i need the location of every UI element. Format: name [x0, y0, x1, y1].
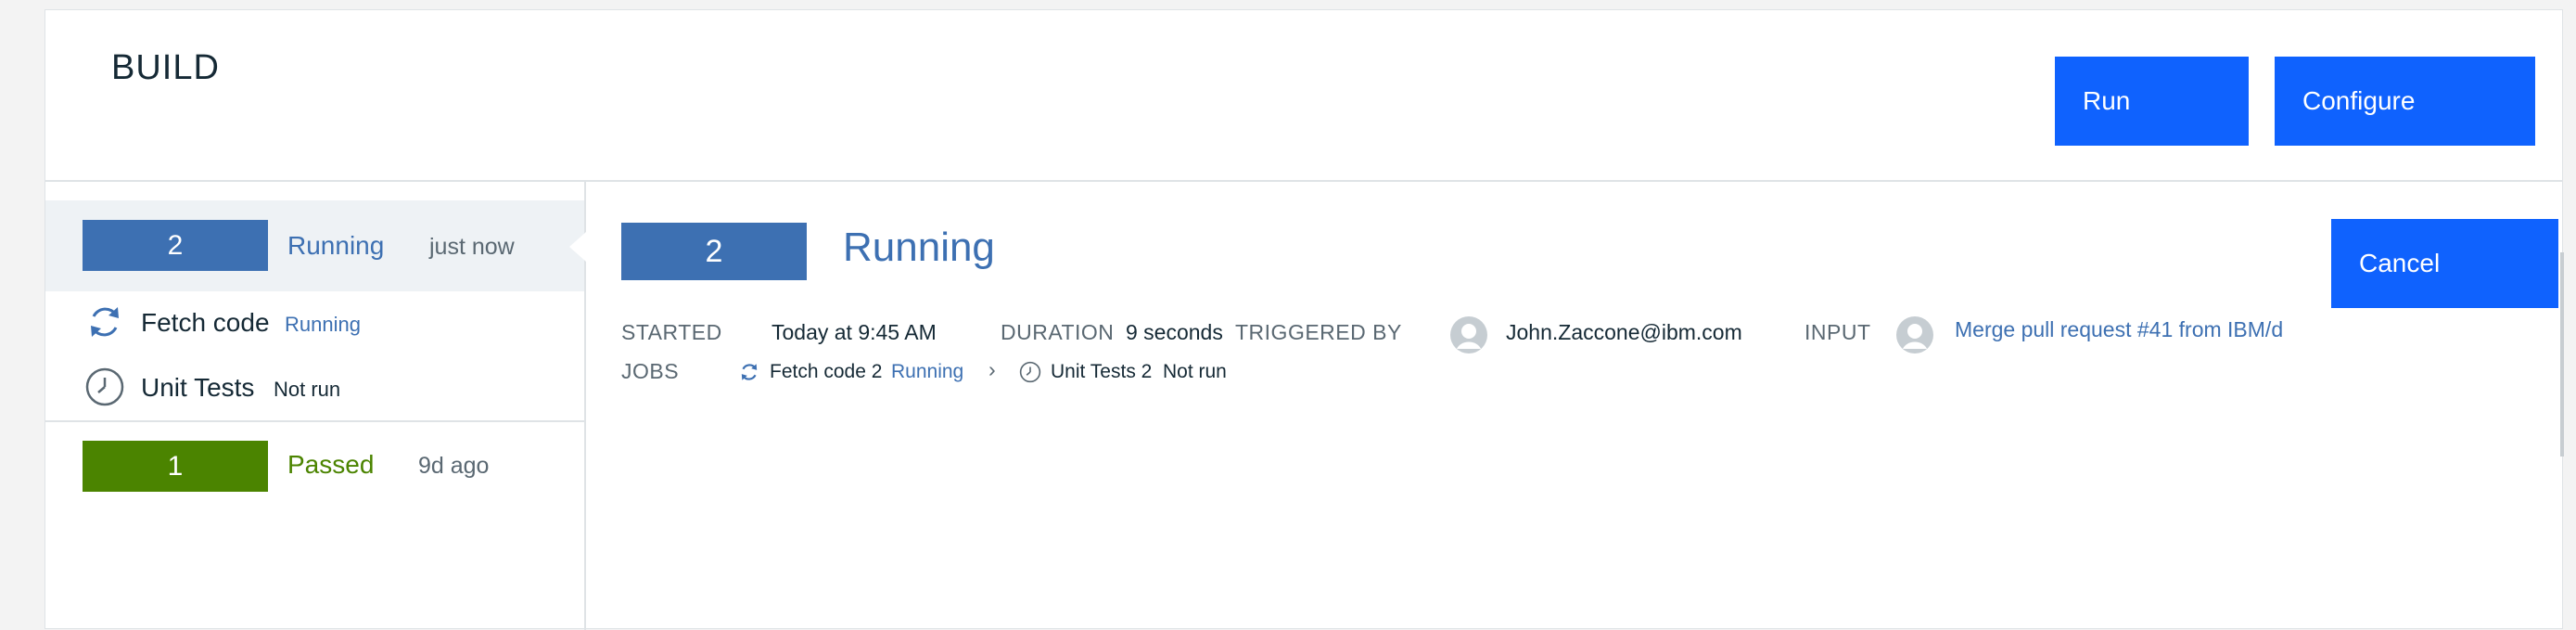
job-link-fetch-code[interactable]: Fetch code 2	[770, 361, 882, 383]
input-commit-link[interactable]: Merge pull request #41 from IBM/d	[1955, 317, 2283, 342]
duration-label: DURATION	[1001, 320, 1115, 344]
build-number-badge: 2	[621, 223, 807, 280]
build-detail: 2 Running Cancel STARTED Today at 9:45 A…	[584, 180, 2564, 630]
started-value: Today at 9:45 AM	[772, 320, 937, 344]
job-row-fetch-code[interactable]: Fetch code Running	[45, 294, 584, 352]
build-header: BUILD Run Configure	[45, 10, 2562, 182]
build-time: 9d ago	[418, 453, 490, 479]
build-list-item-1[interactable]: 1 Passed 9d ago	[45, 424, 584, 515]
page-title: BUILD	[111, 48, 220, 87]
triggered-by-label: TRIGGERED BY	[1235, 320, 1402, 344]
build-number-badge: 1	[83, 441, 268, 492]
jobs-label: JOBS	[621, 359, 680, 383]
user-avatar-icon	[1450, 316, 1487, 354]
job-row-unit-tests[interactable]: Unit Tests Not run	[45, 359, 584, 417]
build-status: Running	[287, 231, 385, 260]
run-button[interactable]: Run	[2055, 57, 2249, 146]
configure-button[interactable]: Configure	[2275, 57, 2535, 146]
build-list-item-2[interactable]: 2 Running just now	[45, 200, 586, 291]
sync-icon	[741, 364, 758, 380]
job-status: Running	[891, 361, 964, 382]
job-status: Not run	[1163, 361, 1227, 382]
started-label: STARTED	[621, 320, 722, 344]
scrollbar[interactable]	[2560, 252, 2564, 456]
job-name: Unit Tests	[141, 373, 255, 402]
duration-value: 9 seconds	[1126, 320, 1223, 344]
build-status-title: Running	[843, 225, 995, 270]
build-panel: BUILD Run Configure 2 Running just now F…	[45, 9, 2564, 630]
build-status: Passed	[287, 450, 375, 479]
job-status: Running	[285, 313, 361, 336]
build-time: just now	[429, 234, 515, 260]
clock-icon	[85, 367, 124, 406]
job-link-unit-tests[interactable]: Unit Tests 2	[1051, 361, 1152, 383]
build-number-badge: 2	[83, 220, 268, 271]
triggered-by-value: John.Zaccone@ibm.com	[1506, 320, 1742, 344]
build-list: 2 Running just now Fetch code Running Un…	[45, 180, 586, 630]
divider	[45, 420, 584, 422]
sync-icon	[91, 307, 119, 337]
job-status: Not run	[274, 378, 341, 401]
clock-icon	[1019, 361, 1041, 383]
input-label: INPUT	[1804, 320, 1871, 344]
chevron-right-icon: ›	[988, 357, 997, 381]
user-avatar-icon	[1896, 316, 1933, 354]
job-name: Fetch code	[141, 308, 270, 337]
cancel-button[interactable]: Cancel	[2331, 219, 2558, 308]
